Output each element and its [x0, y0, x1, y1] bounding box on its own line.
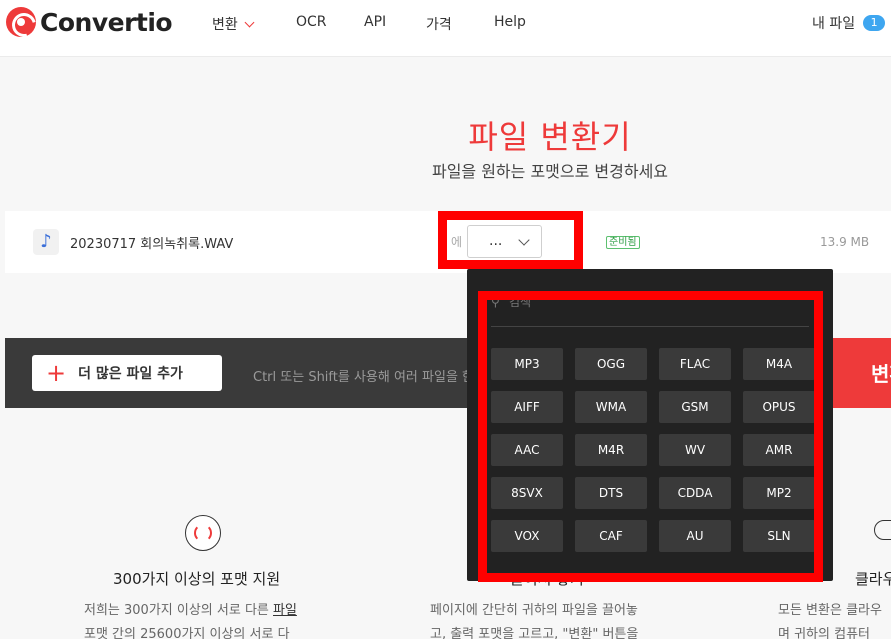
file-size: 13.9 MB — [820, 235, 870, 249]
feature-desc-cloud-line1: 모든 변환은 클라우 — [778, 603, 882, 618]
logo-text: Convertio — [40, 7, 173, 37]
feature-desc-drag-drop-line2: 고, 출력 포맷을 고르고, "변환" 버튼을 — [430, 627, 639, 639]
feature-desc-formats-line2: 포맷 간의 25600가지 이상의 서로 다 — [84, 627, 290, 639]
feature-desc-cloud-line2: 며 귀하의 컴퓨터 — [778, 627, 870, 639]
nav-ocr[interactable]: OCR — [296, 14, 327, 30]
file-name: 20230717 회의녹취록.WAV — [70, 237, 234, 252]
highlight-format-select — [438, 211, 583, 269]
page-title: 파일 변환기 — [468, 118, 632, 156]
nav-convert-label: 변환 — [212, 17, 238, 33]
music-note-icon: ♪ — [33, 229, 59, 255]
convert-cycle-icon — [185, 515, 221, 551]
page-subtitle: 파일을 원하는 포맷으로 변경하세요 — [431, 162, 669, 181]
feature-desc-drag-drop-line1: 페이지에 간단히 귀하의 파일을 끌어놓 — [430, 603, 638, 618]
my-files-label: 내 파일 — [812, 16, 856, 32]
refresh-arrows-icon — [194, 524, 212, 542]
highlight-format-grid — [478, 291, 823, 582]
feature-desc-formats: 저희는 300가지 이상의 서로 다른 파일 포맷 간의 25600가지 이상의… — [84, 599, 297, 639]
plus-icon: + — [46, 359, 67, 387]
feature-desc-drag-drop: 페이지에 간단히 귀하의 파일을 끌어놓 고, 출력 포맷을 고르고, "변환"… — [430, 599, 638, 639]
my-files-button[interactable]: 내 파일 1 — [812, 13, 886, 33]
logo[interactable]: Convertio — [6, 7, 173, 37]
nav-api[interactable]: API — [364, 14, 386, 30]
feature-desc-formats-line1: 저희는 300가지 이상의 서로 다른 — [84, 603, 273, 618]
chevron-down-icon — [244, 17, 255, 28]
feature-desc-cloud: 모든 변환은 클라우 며 귀하의 컴퓨터 — [778, 599, 882, 639]
nav-help[interactable]: Help — [494, 14, 526, 30]
top-header: Convertio 변환 OCR API 가격 Help 내 파일 1 — [0, 0, 891, 57]
cloud-icon — [874, 520, 891, 540]
multi-select-hint: Ctrl 또는 Shift를 사용해 여러 파일을 한 — [253, 370, 474, 385]
feature-title-formats: 300가지 이상의 포맷 지원 — [113, 570, 281, 588]
nav-pricing[interactable]: 가격 — [426, 14, 452, 34]
feature-title-cloud: 클라우드 — [855, 570, 891, 588]
status-badge: 준비됨 — [606, 236, 640, 249]
add-more-files-button[interactable]: + 더 많은 파일 추가 — [32, 355, 222, 391]
convertio-logo-icon — [6, 7, 36, 37]
nav-convert[interactable]: 변환 — [212, 14, 255, 34]
add-more-files-label: 더 많은 파일 추가 — [78, 366, 183, 382]
my-files-count-badge: 1 — [863, 15, 886, 31]
convert-button[interactable]: 변환 — [823, 338, 891, 408]
file-formats-link[interactable]: 파일 — [273, 603, 297, 618]
